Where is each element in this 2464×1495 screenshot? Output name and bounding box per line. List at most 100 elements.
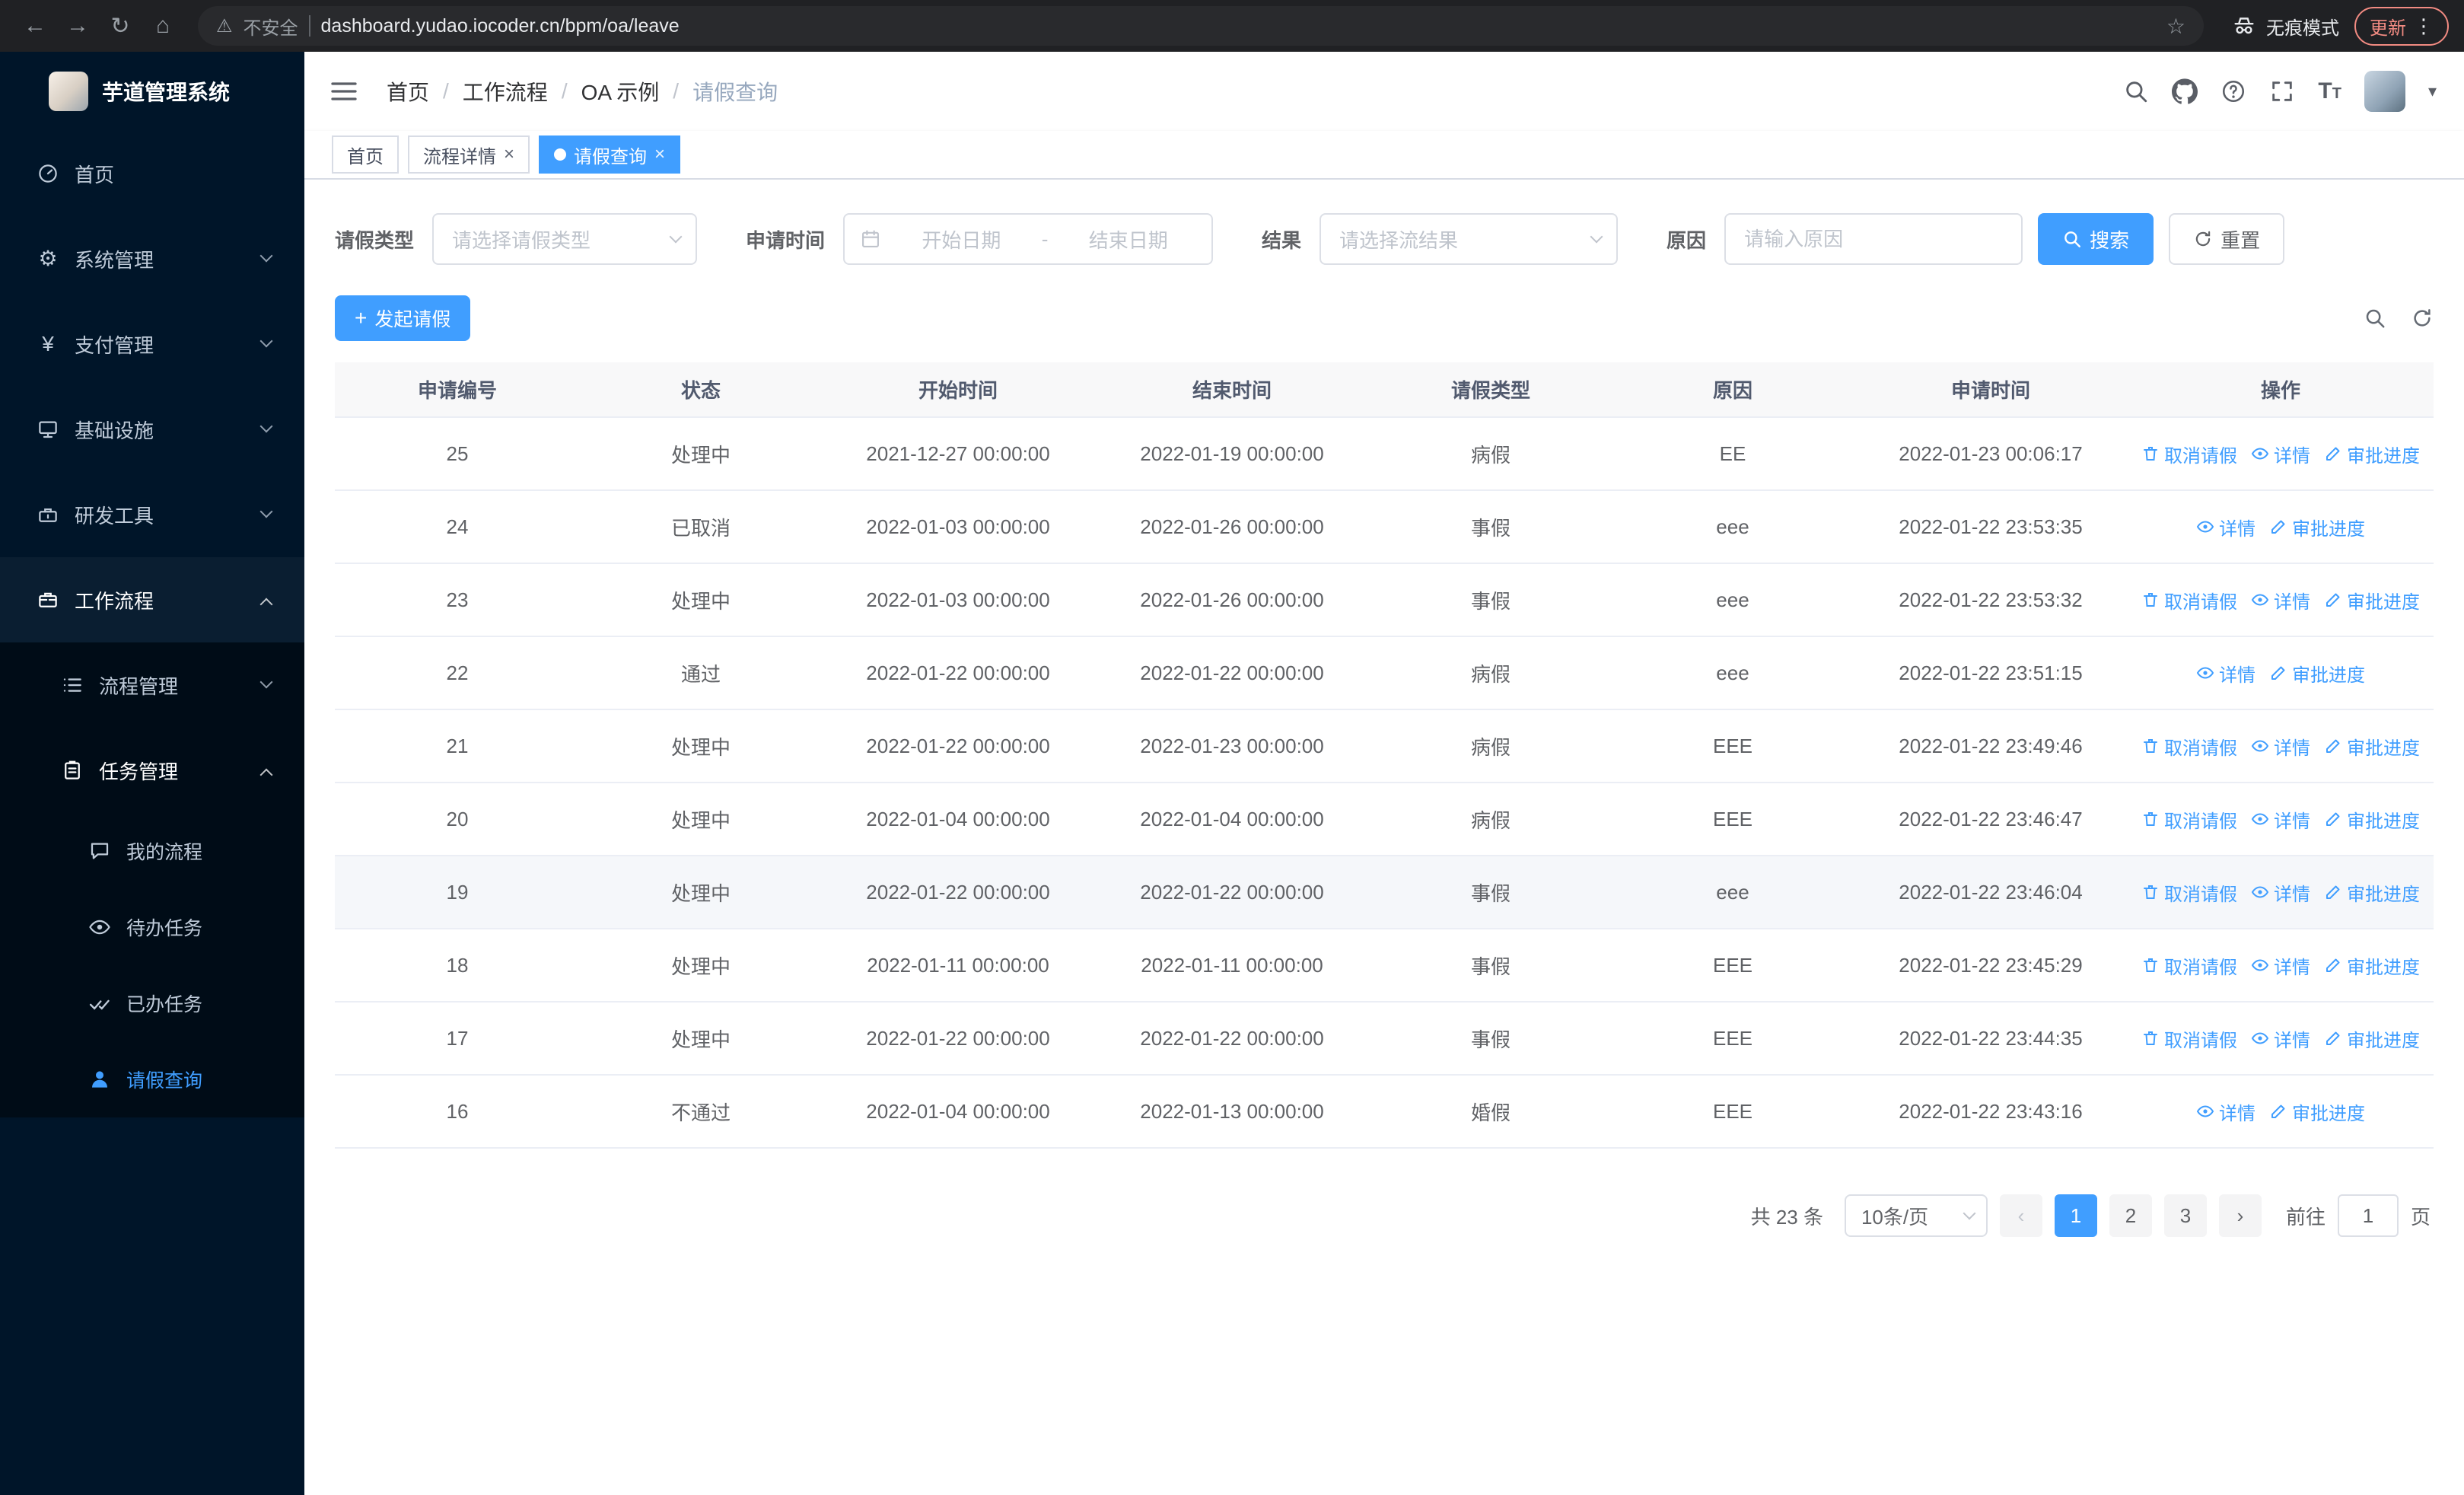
row-action-progress[interactable]: 审批进度 <box>2324 952 2420 979</box>
row-action-cancel[interactable]: 取消请假 <box>2141 806 2237 833</box>
breadcrumb-oa-example[interactable]: OA 示例 <box>581 76 660 107</box>
next-page-button[interactable]: › <box>2218 1194 2262 1237</box>
row-action-progress[interactable]: 审批进度 <box>2324 1025 2420 1052</box>
url-text[interactable]: dashboard.yudao.iocoder.cn/bpm/oa/leave <box>321 15 2156 37</box>
reason-input[interactable] <box>1744 215 2004 263</box>
cell-end-time: 2022-01-22 00:00:00 <box>1094 1002 1370 1076</box>
github-icon[interactable] <box>2172 78 2198 104</box>
cell-actions: 详情 审批进度 <box>2128 490 2434 564</box>
reset-button[interactable]: 重置 <box>2169 213 2285 265</box>
row-action-progress[interactable]: 审批进度 <box>2269 1098 2365 1125</box>
row-action-detail[interactable]: 详情 <box>2251 587 2310 614</box>
cell-id: 19 <box>335 856 580 929</box>
date-range-picker[interactable]: 开始日期 - 结束日期 <box>843 213 1214 265</box>
page-button-2[interactable]: 2 <box>2109 1194 2152 1237</box>
sidebar-item-payment[interactable]: ¥ 支付管理 <box>0 301 304 387</box>
start-date-placeholder[interactable]: 开始日期 <box>893 225 1030 253</box>
sidebar-item-infrastructure[interactable]: 基础设施 <box>0 387 304 472</box>
cell-reason: EEE <box>1612 709 1854 783</box>
row-action-cancel[interactable]: 取消请假 <box>2141 1025 2237 1052</box>
reload-button[interactable]: ↻ <box>100 6 140 46</box>
close-icon[interactable]: × <box>504 145 514 164</box>
cell-apply-time: 2022-01-22 23:45:29 <box>1854 929 2128 1003</box>
row-action-detail[interactable]: 详情 <box>2196 660 2255 687</box>
search-button[interactable]: 搜索 <box>2038 213 2154 265</box>
cell-end-time: 2022-01-22 00:00:00 <box>1094 856 1370 929</box>
create-leave-button[interactable]: + 发起请假 <box>335 295 471 341</box>
row-action-cancel[interactable]: 取消请假 <box>2141 441 2237 467</box>
row-action-progress[interactable]: 审批进度 <box>2324 806 2420 833</box>
row-action-cancel[interactable]: 取消请假 <box>2141 733 2237 760</box>
row-action-cancel[interactable]: 取消请假 <box>2141 952 2237 979</box>
row-action-detail[interactable]: 详情 <box>2196 514 2255 540</box>
calendar-icon <box>862 230 879 247</box>
row-action-progress[interactable]: 审批进度 <box>2324 733 2420 760</box>
tag-leave-query[interactable]: 请假查询 × <box>539 135 681 174</box>
double-check-icon <box>89 999 110 1010</box>
sidebar-item-leave-query[interactable]: 请假查询 <box>0 1041 304 1117</box>
sidebar-item-my-processes[interactable]: 我的流程 <box>0 813 304 889</box>
page-button-3[interactable]: 3 <box>2163 1194 2207 1237</box>
kebab-menu-icon[interactable]: ⋮ <box>2414 14 2434 38</box>
row-action-detail[interactable]: 详情 <box>2251 952 2310 979</box>
row-actions: 详情 审批进度 <box>2128 514 2434 540</box>
app-title: 芋道管理系统 <box>102 81 231 104</box>
sidebar-item-done-tasks[interactable]: 已办任务 <box>0 965 304 1041</box>
row-action-detail[interactable]: 详情 <box>2251 879 2310 906</box>
sidebar-item-task-management[interactable]: 任务管理 <box>0 728 304 813</box>
breadcrumb-home[interactable]: 首页 <box>387 76 429 107</box>
row-action-detail[interactable]: 详情 <box>2196 1098 2255 1125</box>
chevron-up-icon <box>259 768 273 782</box>
sidebar-item-system[interactable]: ⚙ 系统管理 <box>0 216 304 301</box>
sidebar-item-home[interactable]: 首页 <box>0 131 304 216</box>
search-toggle-icon[interactable] <box>2364 307 2386 330</box>
tag-home[interactable]: 首页 <box>332 135 399 174</box>
row-action-detail[interactable]: 详情 <box>2251 1025 2310 1052</box>
row-action-progress[interactable]: 审批进度 <box>2324 879 2420 906</box>
user-avatar[interactable] <box>2364 71 2405 112</box>
font-size-icon[interactable]: TT <box>2318 78 2341 104</box>
prev-page-button[interactable]: ‹ <box>1999 1194 2042 1237</box>
close-icon[interactable]: × <box>654 145 665 164</box>
row-action-progress[interactable]: 审批进度 <box>2269 660 2365 687</box>
browser-menu-button[interactable]: 更新 ⋮ <box>2354 6 2449 46</box>
row-action-detail[interactable]: 详情 <box>2251 441 2310 467</box>
breadcrumb-workflow[interactable]: 工作流程 <box>463 76 548 107</box>
sidebar: 芋道管理系统 首页 ⚙ 系统管理 ¥ 支付管理 基础设施 研发工具 工作流程 流… <box>0 52 304 1495</box>
page-size-select[interactable]: 10条/页 <box>1844 1194 1988 1237</box>
sidebar-collapse-icon[interactable] <box>329 76 359 107</box>
bookmark-star-icon[interactable]: ☆ <box>2166 14 2185 39</box>
main-area: 首页 / 工作流程 / OA 示例 / 请假查询 TT ▾ 首页 流程详情 × … <box>304 52 2464 1495</box>
range-separator: - <box>1041 227 1049 250</box>
row-action-cancel[interactable]: 取消请假 <box>2141 879 2237 906</box>
help-icon[interactable] <box>2220 78 2246 104</box>
filter-apply-time: 申请时间 开始日期 - 结束日期 <box>746 213 1214 265</box>
row-action-progress[interactable]: 审批进度 <box>2324 587 2420 614</box>
row-action-cancel[interactable]: 取消请假 <box>2141 587 2237 614</box>
address-bar[interactable]: ⚠ 不安全 dashboard.yudao.iocoder.cn/bpm/oa/… <box>198 6 2204 46</box>
tag-process-detail[interactable]: 流程详情 × <box>408 135 530 174</box>
result-select[interactable]: 请选择流结果 <box>1320 213 1619 265</box>
row-action-progress[interactable]: 审批进度 <box>2324 441 2420 467</box>
row-action-detail[interactable]: 详情 <box>2251 806 2310 833</box>
sidebar-item-todo-tasks[interactable]: 待办任务 <box>0 889 304 965</box>
back-button[interactable]: ← <box>15 6 55 46</box>
page-button-1[interactable]: 1 <box>2054 1194 2097 1237</box>
search-icon[interactable] <box>2123 78 2149 104</box>
cell-status: 已取消 <box>580 490 822 564</box>
security-warning-label[interactable]: 不安全 <box>244 13 298 40</box>
fullscreen-icon[interactable] <box>2269 78 2295 104</box>
end-date-placeholder[interactable]: 结束日期 <box>1060 225 1196 253</box>
goto-page-input[interactable] <box>2337 1194 2399 1237</box>
cell-end-time: 2022-01-26 00:00:00 <box>1094 490 1370 564</box>
forward-button[interactable]: → <box>58 6 97 46</box>
sidebar-item-process-management[interactable]: 流程管理 <box>0 642 304 728</box>
sidebar-item-dev-tools[interactable]: 研发工具 <box>0 472 304 557</box>
avatar-dropdown-caret-icon[interactable]: ▾ <box>2428 81 2437 101</box>
home-button[interactable]: ⌂ <box>143 6 183 46</box>
row-action-progress[interactable]: 审批进度 <box>2269 514 2365 540</box>
leave-type-select[interactable]: 请选择请假类型 <box>432 213 698 265</box>
sidebar-item-workflow[interactable]: 工作流程 <box>0 557 304 642</box>
refresh-icon[interactable] <box>2411 307 2434 330</box>
row-action-detail[interactable]: 详情 <box>2251 733 2310 760</box>
